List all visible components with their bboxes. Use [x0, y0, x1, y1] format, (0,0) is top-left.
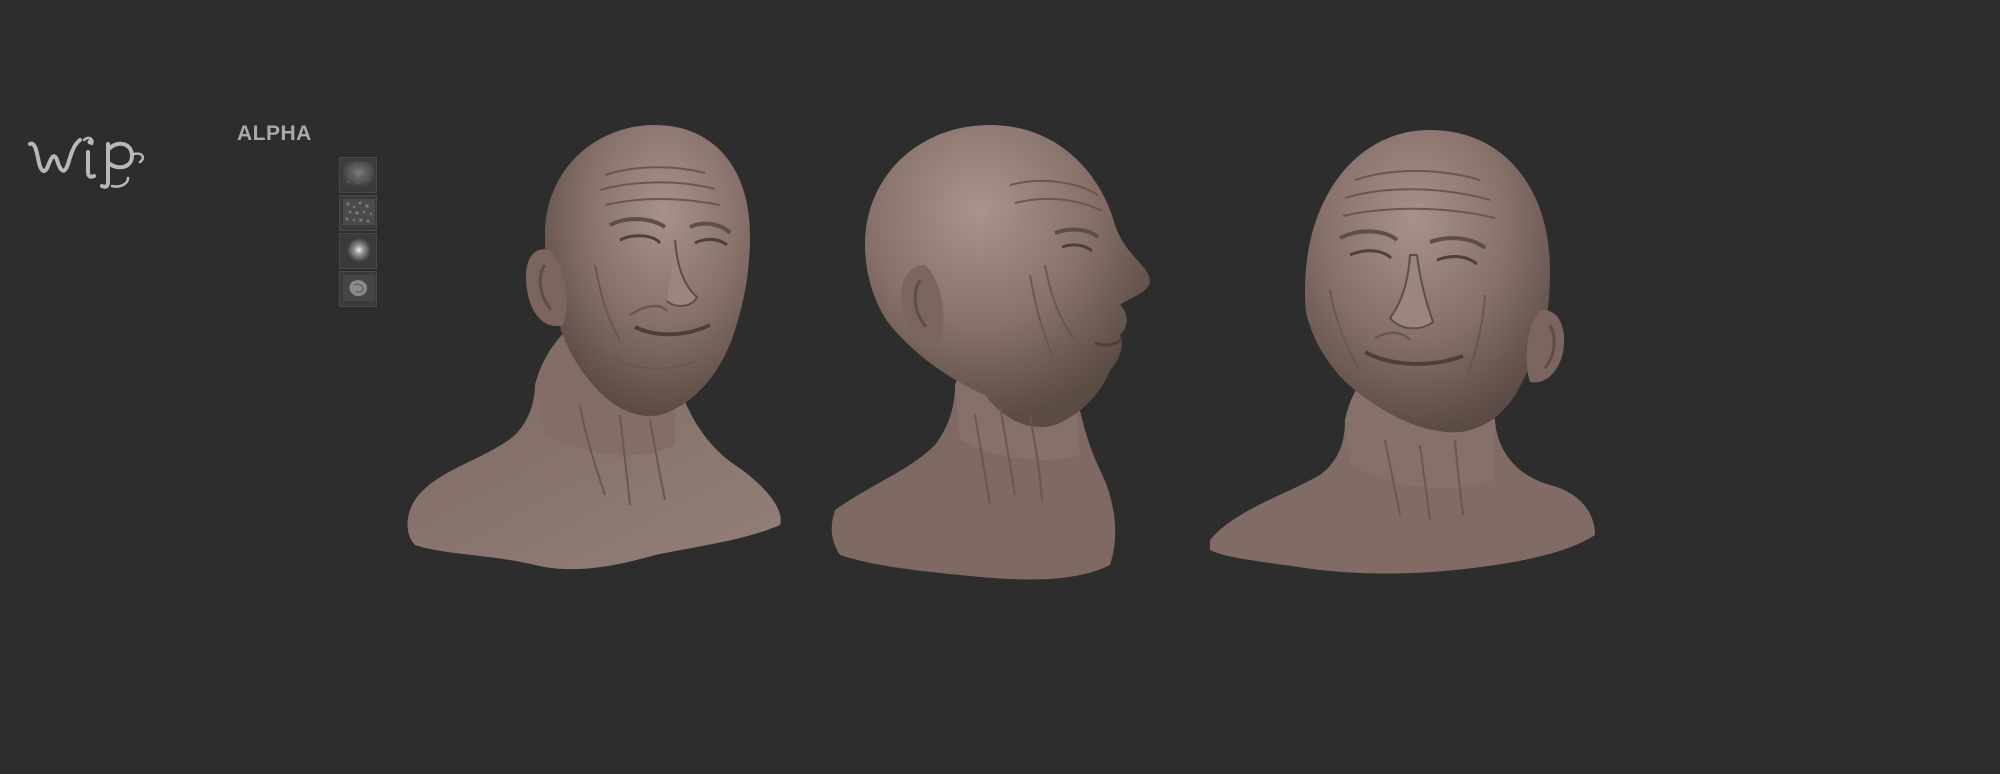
alpha-thumbnail-1[interactable] [339, 157, 377, 193]
alpha-thumbnail-3[interactable] [339, 233, 377, 269]
viewport-canvas[interactable]: ALPHA [0, 0, 2000, 774]
alpha-panel-title: ALPHA [237, 122, 312, 145]
skin-pores-alpha-icon [343, 161, 375, 187]
radial-gradient-alpha-icon [343, 237, 375, 263]
detail-stamp-alpha-icon [343, 275, 375, 301]
front-three-quarter-view [407, 125, 781, 570]
wrinkle-noise-alpha-icon [343, 199, 375, 225]
side-profile-view [831, 125, 1150, 580]
alpha-thumbnail-4[interactable] [339, 271, 377, 307]
tilted-three-quarter-view [1210, 130, 1595, 574]
alpha-palette [339, 157, 379, 309]
alpha-thumbnail-2[interactable] [339, 195, 377, 231]
wip-logo [28, 136, 145, 189]
